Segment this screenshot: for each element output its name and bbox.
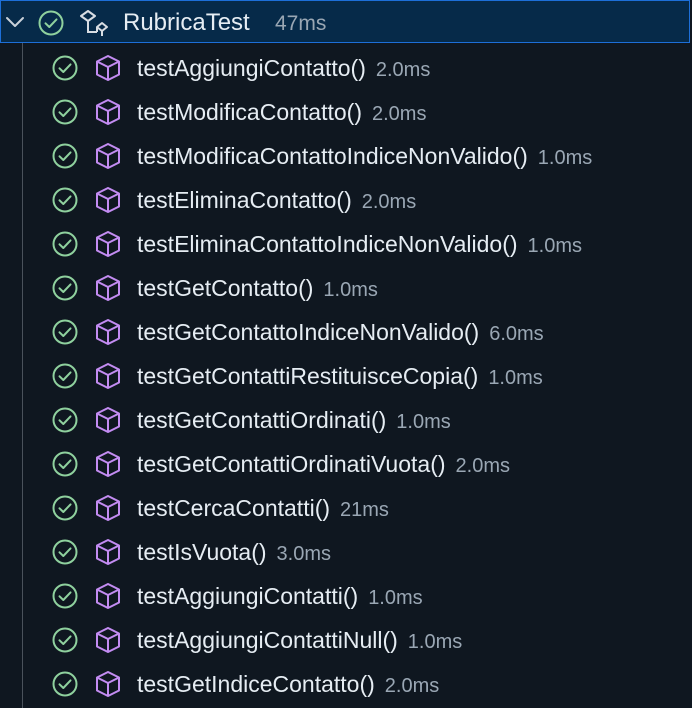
- test-row[interactable]: testEliminaContatto() 2.0ms: [0, 178, 692, 222]
- test-class-icon: [80, 10, 108, 36]
- test-label: testModificaContattoIndiceNonValido() 1.0…: [137, 141, 592, 175]
- test-name: testGetContattiOrdinatiVuota(): [137, 451, 446, 477]
- test-label: testAggiungiContatto() 2.0ms: [137, 53, 430, 87]
- test-row[interactable]: testGetIndiceContatto() 2.0ms: [0, 662, 692, 706]
- test-name: testGetContatto(): [137, 275, 314, 301]
- test-name: testGetContattiRestituisceCopia(): [137, 363, 479, 389]
- test-duration: 1.0ms: [396, 411, 451, 433]
- passed-check-icon: [52, 407, 78, 433]
- method-cube-icon: [96, 671, 120, 697]
- test-name: testAggiungiContattiNull(): [137, 627, 398, 653]
- method-cube-icon: [96, 495, 120, 521]
- passed-check-icon: [52, 275, 78, 301]
- test-duration: 2.0ms: [375, 59, 431, 81]
- method-cube-icon: [96, 231, 120, 257]
- method-cube-icon: [96, 363, 120, 389]
- test-row[interactable]: testAggiungiContattiNull() 1.0ms: [0, 618, 692, 662]
- test-row[interactable]: testGetContattiRestituisceCopia() 1.0ms: [0, 354, 692, 398]
- test-duration: 1.0ms: [368, 587, 423, 609]
- test-name: testCercaContatti(): [137, 495, 331, 521]
- passed-check-icon: [52, 231, 78, 257]
- test-name: testEliminaContattoIndiceNonValido(): [137, 231, 518, 257]
- test-row[interactable]: testModificaContatto() 2.0ms: [0, 90, 692, 134]
- test-row[interactable]: testIsVuota() 3.0ms: [0, 530, 692, 574]
- method-cube-icon: [96, 407, 120, 433]
- test-label: testAggiungiContatti() 1.0ms: [137, 581, 423, 615]
- suite-duration: 47ms: [275, 12, 327, 35]
- test-label: testGetContatto() 1.0ms: [137, 273, 378, 307]
- test-name: testEliminaContatto(): [137, 187, 352, 213]
- test-row[interactable]: testGetContattiOrdinati() 1.0ms: [0, 398, 692, 442]
- test-row[interactable]: testGetContattoIndiceNonValido() 6.0ms: [0, 310, 692, 354]
- test-label: testGetContattoIndiceNonValido() 6.0ms: [137, 317, 544, 351]
- test-duration: 1.0ms: [527, 235, 583, 257]
- passed-check-icon: [52, 363, 78, 389]
- test-label: testEliminaContatto() 2.0ms: [137, 185, 416, 219]
- test-name: testModificaContatto(): [137, 99, 362, 125]
- passed-check-icon: [52, 539, 78, 565]
- test-label: testCercaContatti() 21ms: [137, 493, 389, 527]
- passed-check-icon: [52, 99, 78, 125]
- method-cube-icon: [96, 583, 120, 609]
- method-cube-icon: [96, 539, 120, 565]
- test-duration: 1.0ms: [537, 147, 593, 169]
- test-duration: 6.0ms: [489, 323, 544, 345]
- test-name: testGetContattoIndiceNonValido(): [137, 319, 480, 345]
- method-cube-icon: [96, 451, 120, 477]
- passed-check-icon: [52, 319, 78, 345]
- test-name: testModificaContattoIndiceNonValido(): [137, 143, 528, 169]
- test-duration: 1.0ms: [323, 279, 378, 301]
- method-cube-icon: [96, 187, 120, 213]
- passed-check-icon: [52, 55, 78, 81]
- test-name: testAggiungiContatto(): [137, 55, 366, 81]
- test-row[interactable]: testGetContattiOrdinatiVuota() 2.0ms: [0, 442, 692, 486]
- test-label: testGetContattiOrdinatiVuota() 2.0ms: [137, 449, 510, 483]
- test-row[interactable]: testModificaContattoIndiceNonValido() 1.0…: [0, 134, 692, 178]
- test-label: testModificaContatto() 2.0ms: [137, 97, 426, 131]
- passed-check-icon: [52, 143, 78, 169]
- test-duration: 2.0ms: [361, 191, 417, 213]
- test-label: testGetContattiRestituisceCopia() 1.0ms: [137, 361, 543, 395]
- passed-check-icon: [52, 627, 78, 653]
- passed-check-icon: [52, 451, 78, 477]
- test-label: testIsVuota() 3.0ms: [137, 537, 331, 571]
- test-duration: 1.0ms: [488, 367, 543, 389]
- test-name: testAggiungiContatti(): [137, 583, 359, 609]
- passed-check-icon: [52, 495, 78, 521]
- method-cube-icon: [96, 143, 120, 169]
- test-label: testGetIndiceContatto() 2.0ms: [137, 669, 439, 703]
- test-label: testGetContattiOrdinati() 1.0ms: [137, 405, 451, 439]
- test-row[interactable]: testCercaContatti() 21ms: [0, 486, 692, 530]
- passed-check-icon: [38, 10, 64, 36]
- method-cube-icon: [96, 627, 120, 653]
- test-duration: 2.0ms: [371, 103, 427, 125]
- test-name: testGetContattiOrdinati(): [137, 407, 387, 433]
- method-cube-icon: [96, 319, 120, 345]
- test-label: testEliminaContattoIndiceNonValido() 1.0m…: [137, 229, 582, 263]
- test-duration: 1.0ms: [407, 631, 463, 653]
- test-duration: 21ms: [340, 499, 389, 521]
- test-name: testGetIndiceContatto(): [137, 671, 375, 697]
- test-results-tree: RubricaTest 47ms testAggiungiContatto() 2…: [0, 0, 692, 708]
- test-suite-row[interactable]: RubricaTest 47ms: [0, 0, 690, 43]
- method-cube-icon: [96, 99, 120, 125]
- test-row[interactable]: testEliminaContattoIndiceNonValido() 1.0m…: [0, 222, 692, 266]
- test-duration: 2.0ms: [455, 455, 510, 477]
- passed-check-icon: [52, 583, 78, 609]
- test-name: testIsVuota(): [137, 539, 267, 565]
- passed-check-icon: [52, 671, 78, 697]
- method-cube-icon: [96, 55, 120, 81]
- test-duration: 2.0ms: [384, 675, 440, 697]
- test-row[interactable]: testGetContatto() 1.0ms: [0, 266, 692, 310]
- suite-name: RubricaTest: [123, 9, 250, 36]
- test-duration: 3.0ms: [276, 543, 332, 565]
- method-cube-icon: [96, 275, 120, 301]
- test-row[interactable]: testAggiungiContatto() 2.0ms: [0, 46, 692, 90]
- test-label: testAggiungiContattiNull() 1.0ms: [137, 625, 462, 659]
- test-row[interactable]: testAggiungiContatti() 1.0ms: [0, 574, 692, 618]
- passed-check-icon: [52, 187, 78, 213]
- chevron-down-icon[interactable]: [3, 10, 27, 34]
